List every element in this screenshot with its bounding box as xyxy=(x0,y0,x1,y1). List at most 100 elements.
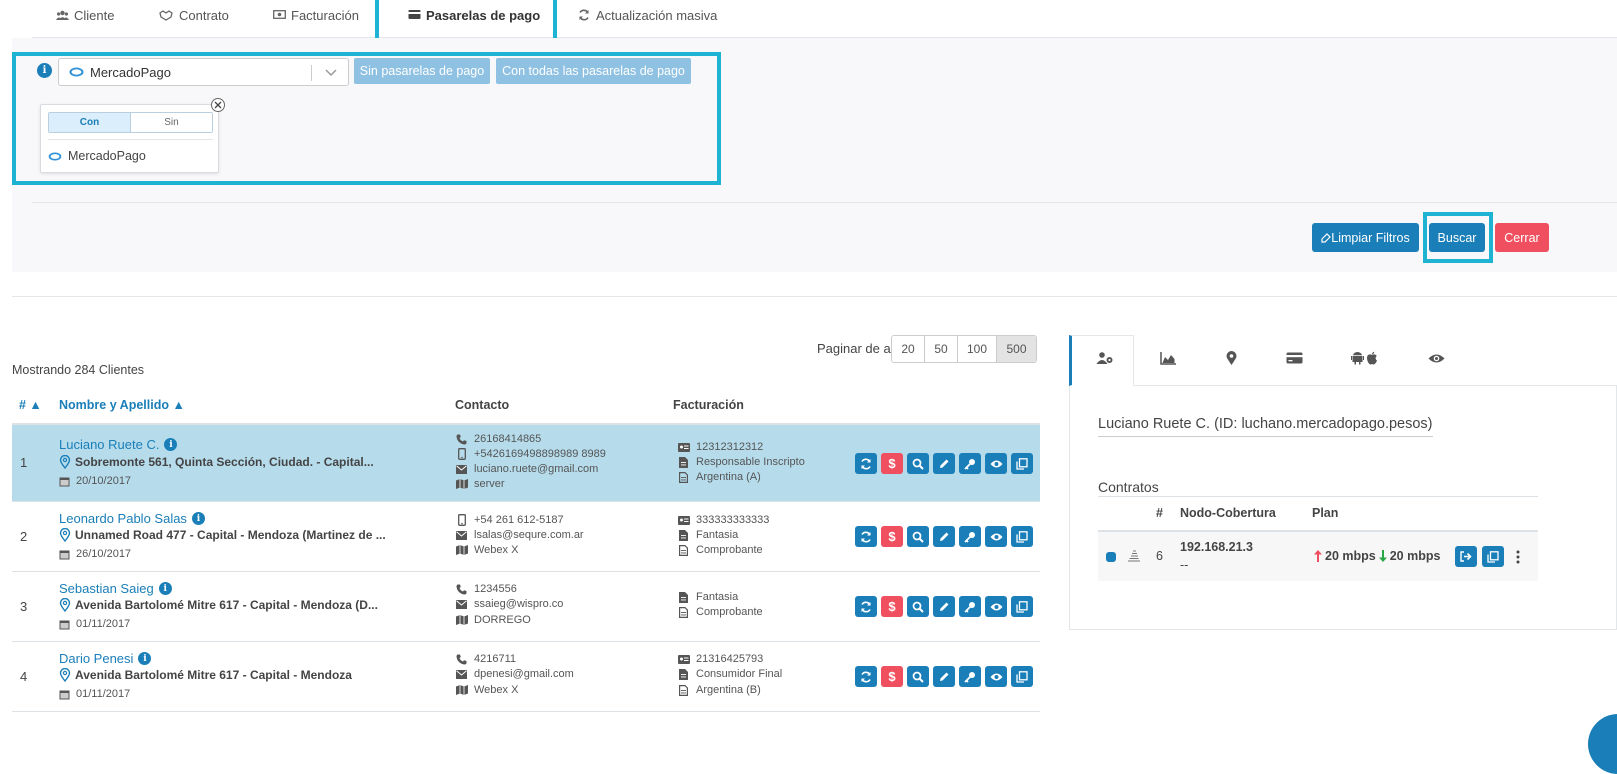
client-name-link[interactable]: Sebastian Saieg i xyxy=(59,581,172,596)
info-icon[interactable]: i xyxy=(191,512,205,525)
info-icon[interactable]: i xyxy=(164,438,178,451)
col-name-header[interactable]: Nombre y Apellido ▲ xyxy=(59,398,185,412)
chevron-down-icon[interactable] xyxy=(324,67,338,77)
view-button[interactable] xyxy=(985,666,1007,687)
client-name-link[interactable]: Leonardo Pablo Salas i xyxy=(59,511,205,526)
table-row[interactable]: 1 Luciano Ruete C. i Sobremonte 561, Quin… xyxy=(12,425,1040,502)
credit-card-icon xyxy=(408,9,421,21)
option-label: MercadoPago xyxy=(68,149,146,163)
panel-client-title: Luciano Ruete C. (ID: luchano.mercadopag… xyxy=(1098,416,1433,437)
info-icon[interactable]: i xyxy=(37,63,52,78)
floating-help-button[interactable] xyxy=(1588,714,1617,774)
table-row[interactable]: 3 Sebastian Saieg i Avenida Bartolomé Mit… xyxy=(12,572,1040,642)
client-name: Dario Penesi xyxy=(59,651,134,666)
search-button[interactable] xyxy=(907,596,929,617)
row-number: 3 xyxy=(20,599,28,614)
close-icon[interactable] xyxy=(211,98,225,112)
edit-button[interactable] xyxy=(933,596,955,617)
page-size-100[interactable]: 100 xyxy=(958,336,997,362)
copy-button[interactable] xyxy=(1011,526,1033,547)
toggle-sin[interactable]: Sin xyxy=(131,113,212,132)
toggle-con[interactable]: Con xyxy=(49,113,131,132)
dollar-button[interactable]: $ xyxy=(881,666,903,687)
copy-button[interactable] xyxy=(1011,453,1033,474)
view-button[interactable] xyxy=(985,526,1007,547)
search-button[interactable]: Buscar xyxy=(1429,223,1485,252)
view-button[interactable] xyxy=(985,453,1007,474)
edit-button[interactable] xyxy=(933,666,955,687)
sync-button[interactable] xyxy=(855,453,877,474)
tab-facturacion[interactable]: Facturación xyxy=(273,0,359,30)
client-date: 26/10/2017 xyxy=(59,548,131,560)
billing-doc: 333333333333 xyxy=(677,514,769,526)
phone-icon xyxy=(455,434,468,445)
date-text: 01/11/2017 xyxy=(76,618,131,630)
edit-button[interactable] xyxy=(933,453,955,474)
sync-button[interactable] xyxy=(855,666,877,687)
contact-email: lsalas@sequre.com.ar xyxy=(455,529,584,541)
users-icon xyxy=(56,9,69,21)
date-text: 20/10/2017 xyxy=(76,475,132,487)
map-marker-icon xyxy=(59,598,71,612)
panel-tab-chart[interactable] xyxy=(1159,350,1177,366)
client-address: Avenida Bartolomé Mitre 617 - Capital - … xyxy=(59,668,352,682)
copy-button[interactable] xyxy=(1011,666,1033,687)
panel-tab-payment[interactable] xyxy=(1285,350,1303,366)
page-size-20[interactable]: 20 xyxy=(892,336,925,362)
contract-ip[interactable]: 192.168.21.3 xyxy=(1180,540,1253,554)
eye-icon xyxy=(1428,353,1445,364)
clear-filters-button[interactable]: Limpiar Filtros xyxy=(1312,223,1419,252)
envelope-icon xyxy=(455,464,468,474)
gateway-select[interactable]: MercadoPago xyxy=(58,58,349,86)
info-icon[interactable]: i xyxy=(138,652,152,665)
key-button[interactable] xyxy=(959,526,981,547)
panel-tab-location[interactable] xyxy=(1222,350,1240,366)
contract-plan: 20 mbps 20 mbps xyxy=(1314,549,1440,563)
table-row[interactable]: 4 Dario Penesi i Avenida Bartolomé Mitre … xyxy=(12,642,1040,712)
more-options-icon[interactable] xyxy=(1515,550,1521,564)
client-name-link[interactable]: Luciano Ruete C. i xyxy=(59,437,178,452)
sync-button[interactable] xyxy=(855,526,877,547)
handshake-icon xyxy=(159,9,173,21)
tab-actualizacion[interactable]: Actualización masiva xyxy=(578,0,717,30)
key-button[interactable] xyxy=(959,666,981,687)
address-text: Avenida Bartolomé Mitre 617 - Capital - … xyxy=(75,668,352,682)
billing-doc: 12312312312 xyxy=(677,441,763,453)
table-row[interactable]: 2 Leonardo Pablo Salas i Unnamed Road 477… xyxy=(12,502,1040,572)
dollar-icon: $ xyxy=(888,599,896,614)
edit-button[interactable] xyxy=(933,526,955,547)
billing-tax: Responsable Inscripto xyxy=(677,456,805,468)
close-button[interactable]: Cerrar xyxy=(1495,223,1549,252)
without-gateways-button[interactable]: Sin pasarelas de pago xyxy=(354,58,490,84)
search-button[interactable] xyxy=(907,526,929,547)
client-date: 01/11/2017 xyxy=(59,688,130,700)
tab-cliente[interactable]: Cliente xyxy=(56,0,114,30)
page-size-50[interactable]: 50 xyxy=(925,336,958,362)
contract-copy-button[interactable] xyxy=(1482,546,1504,567)
contract-signout-button[interactable] xyxy=(1455,546,1477,567)
all-gateways-button[interactable]: Con todas las pasarelas de pago xyxy=(496,58,691,84)
col-num-header[interactable]: # ▲ xyxy=(19,398,42,412)
invoice-icon xyxy=(677,668,690,680)
sync-button[interactable] xyxy=(855,596,877,617)
page-size-500[interactable]: 500 xyxy=(997,336,1036,362)
panel-tab-view[interactable] xyxy=(1427,350,1445,366)
key-button[interactable] xyxy=(959,596,981,617)
search-button[interactable] xyxy=(907,453,929,474)
client-name-link[interactable]: Dario Penesi i xyxy=(59,651,152,666)
key-button[interactable] xyxy=(959,453,981,474)
dropdown-option-mercadopago[interactable]: MercadoPago xyxy=(48,149,146,163)
tab-pasarelas[interactable]: Pasarelas de pago xyxy=(408,0,540,30)
dollar-button[interactable]: $ xyxy=(881,453,903,474)
panel-tab-apps[interactable] xyxy=(1350,350,1380,366)
results-count: Mostrando 284 Clientes xyxy=(12,363,145,377)
dollar-button[interactable]: $ xyxy=(881,596,903,617)
contact-mobile: +5426169498898989 8989 xyxy=(455,448,606,460)
col-contact-header: Contacto xyxy=(455,398,510,412)
dollar-button[interactable]: $ xyxy=(881,526,903,547)
copy-button[interactable] xyxy=(1011,596,1033,617)
info-icon[interactable]: i xyxy=(158,582,172,595)
tab-contrato[interactable]: Contrato xyxy=(159,0,229,30)
view-button[interactable] xyxy=(985,596,1007,617)
search-button[interactable] xyxy=(907,666,929,687)
